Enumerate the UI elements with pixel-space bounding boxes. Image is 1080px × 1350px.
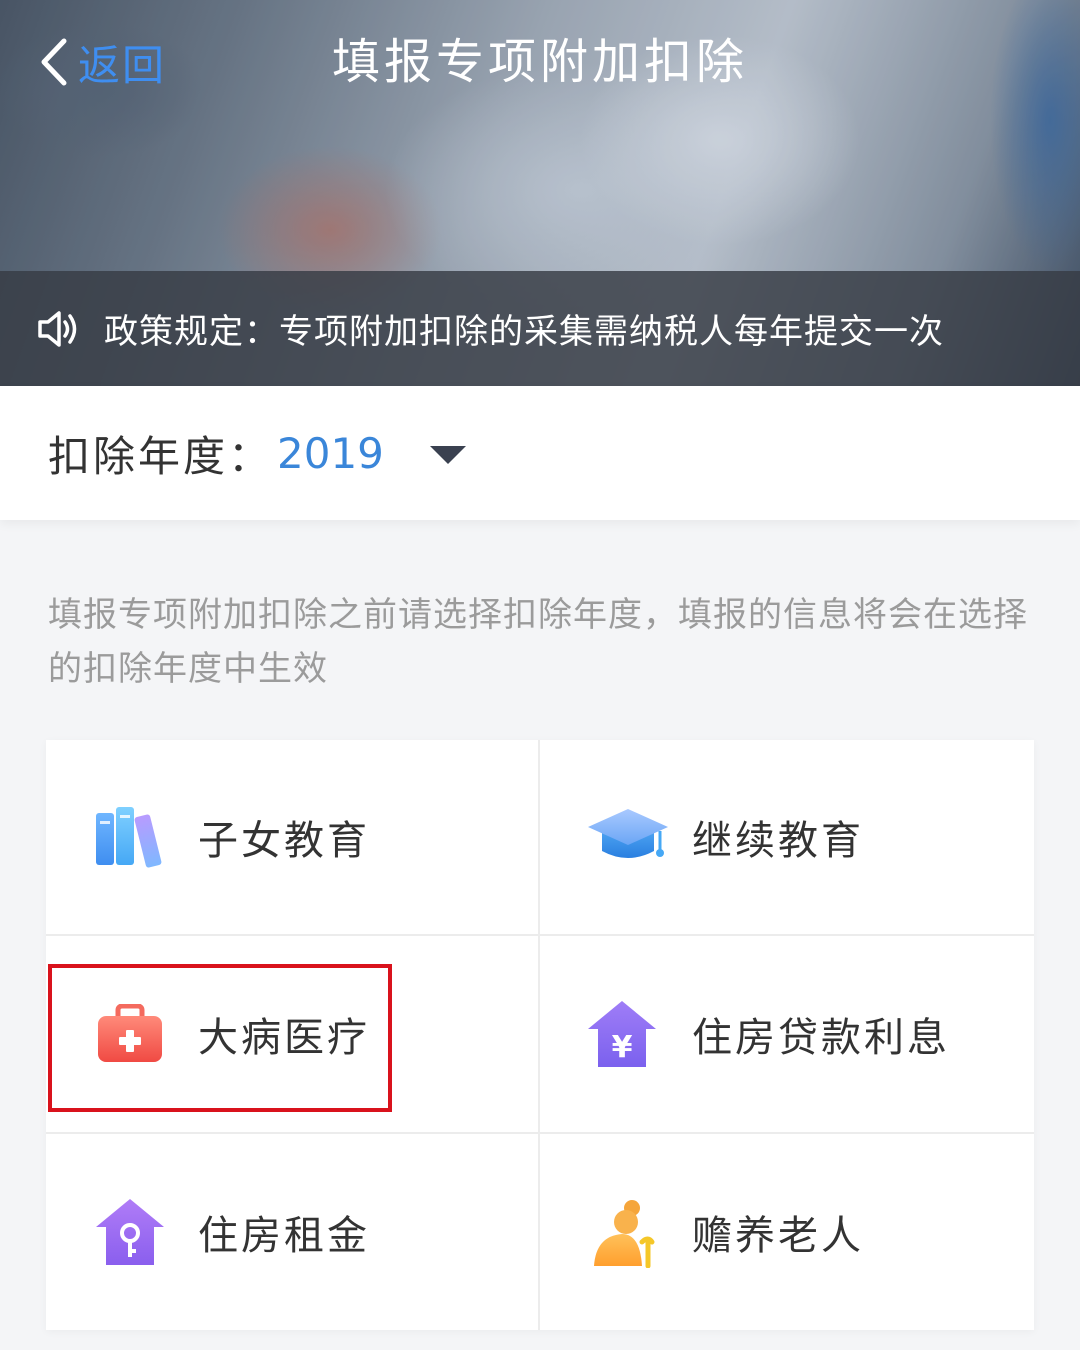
year-selector[interactable]: 扣除年度： 2019 (0, 386, 1080, 520)
house-yuan-icon: ¥ (586, 998, 658, 1070)
elderly-person-icon (586, 1196, 658, 1268)
category-serious-illness-medical[interactable]: 大病医疗 (46, 936, 540, 1134)
medical-kit-icon (94, 998, 166, 1070)
category-label: 子女教育 (198, 818, 370, 864)
speaker-icon (38, 310, 77, 347)
category-label: 住房租金 (198, 1213, 370, 1259)
category-label: 继续教育 (692, 818, 864, 864)
house-key-icon (94, 1196, 166, 1268)
category-label: 赡养老人 (692, 1213, 864, 1259)
category-label: 住房贷款利息 (692, 1015, 950, 1061)
category-elderly-support[interactable]: 赡养老人 (540, 1134, 1034, 1330)
category-children-education[interactable]: 子女教育 (46, 740, 540, 936)
svg-text:¥: ¥ (612, 1030, 633, 1065)
header-banner: 返回 填报专项附加扣除 政策规定：专项附加扣除的采集需纳税人每年提交一次 (0, 0, 1080, 386)
hint-text: 填报专项附加扣除之前请选择扣除年度，填报的信息将会在选择的扣除年度中生效 (48, 595, 1028, 689)
category-label: 大病医疗 (198, 1015, 370, 1061)
category-continuing-education[interactable]: 继续教育 (540, 740, 1034, 936)
deduction-category-grid: 子女教育 继续教育 大病医疗 ¥ 住房贷款利息 住房租金 赡养老人 (46, 740, 1034, 1330)
caret-down-icon (430, 446, 466, 464)
category-housing-loan-interest[interactable]: ¥ 住房贷款利息 (540, 936, 1034, 1134)
page-title: 填报专项附加扣除 (331, 34, 748, 90)
year-value: 2019 (277, 428, 384, 478)
category-housing-rent[interactable]: 住房租金 (46, 1134, 540, 1330)
notice-text: 政策规定：专项附加扣除的采集需纳税人每年提交一次 (104, 312, 944, 352)
notice-bar: 政策规定：专项附加扣除的采集需纳税人每年提交一次 (0, 271, 1080, 386)
graduation-cap-icon (586, 801, 670, 873)
year-label: 扣除年度： (48, 431, 274, 481)
books-icon (94, 801, 166, 873)
nav-bar: 返回 填报专项附加扣除 (0, 0, 1080, 125)
